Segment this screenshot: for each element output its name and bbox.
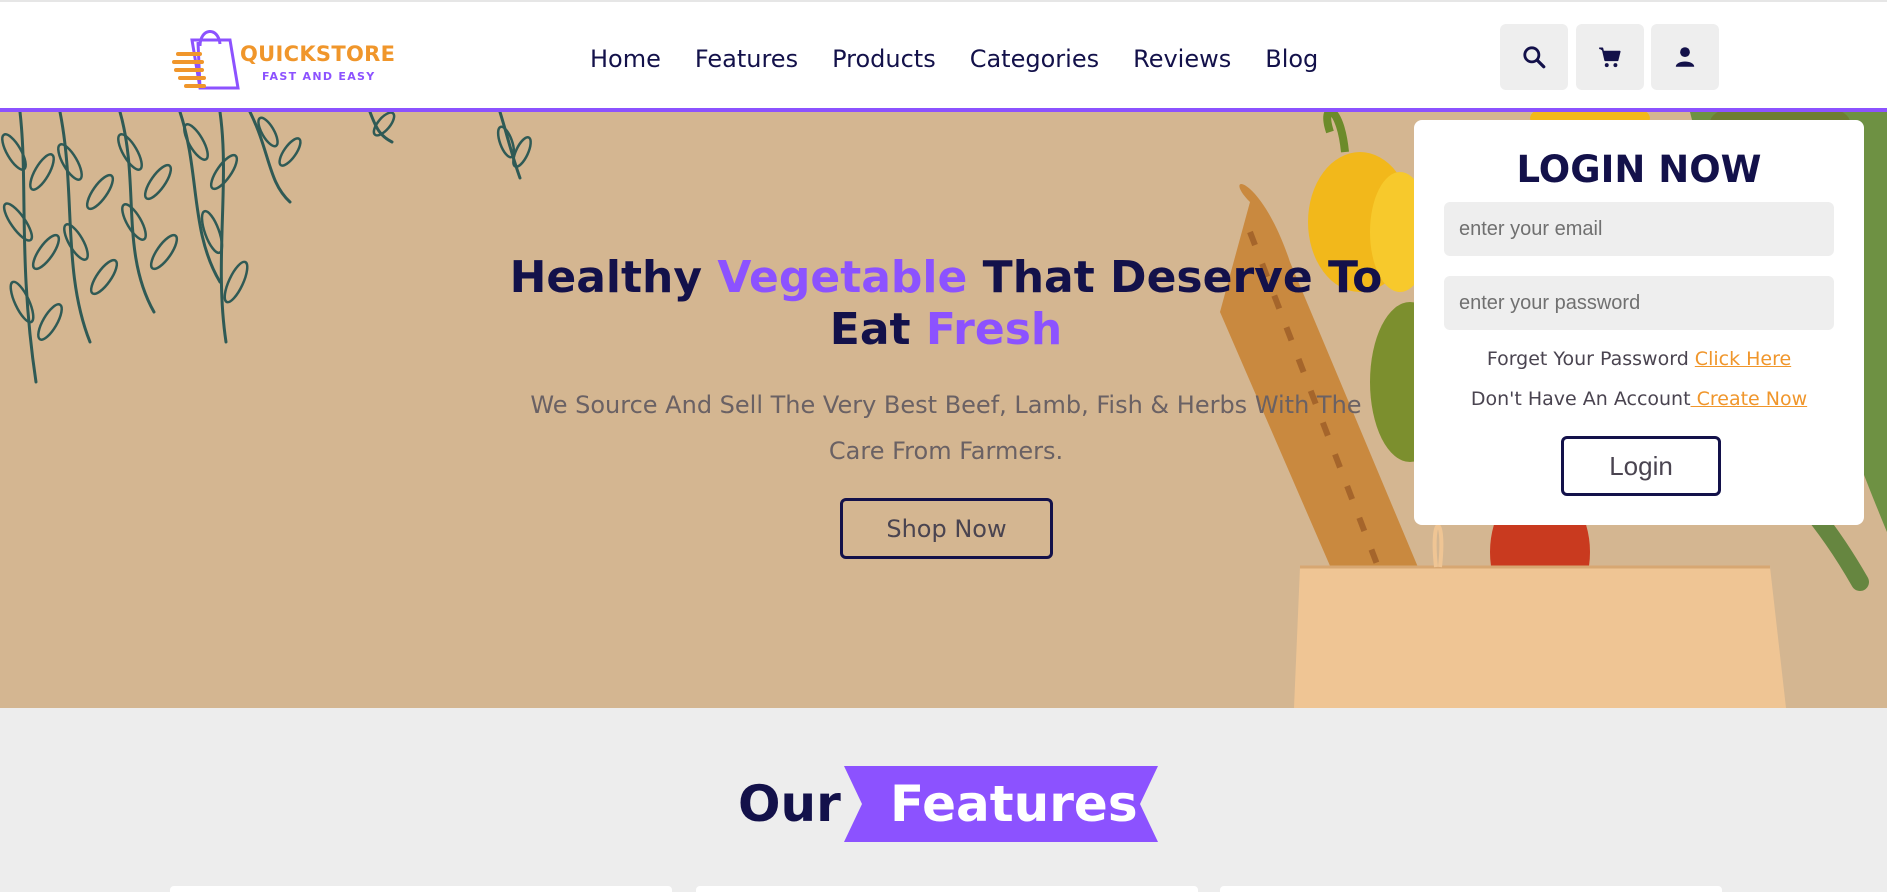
password-field[interactable] bbox=[1444, 276, 1834, 330]
main-nav: Home Features Products Categories Review… bbox=[590, 42, 1352, 76]
login-button[interactable]: Login bbox=[1561, 436, 1721, 496]
hero-heading-part1: Healthy bbox=[509, 252, 718, 303]
email-field[interactable] bbox=[1444, 202, 1834, 256]
nav-item-categories[interactable]: Categories bbox=[970, 42, 1099, 76]
forgot-password-row: Forget Your Password Click Here bbox=[1414, 348, 1864, 370]
nav-item-features[interactable]: Features bbox=[695, 42, 798, 76]
search-icon bbox=[1523, 46, 1546, 69]
cart-button[interactable] bbox=[1576, 24, 1644, 90]
features-title-plain: Our bbox=[738, 775, 841, 833]
create-account-link[interactable]: Create Now bbox=[1691, 388, 1808, 410]
brand-tagline: FAST AND EASY bbox=[262, 70, 376, 83]
feature-card bbox=[170, 886, 672, 892]
forgot-password-link[interactable]: Click Here bbox=[1695, 348, 1791, 370]
shop-now-button[interactable]: Shop Now bbox=[840, 498, 1053, 559]
login-title: LOGIN NOW bbox=[1516, 148, 1762, 191]
no-account-text: Don't Have An Account bbox=[1470, 388, 1691, 410]
nav-item-products[interactable]: Products bbox=[832, 42, 936, 76]
forgot-password-text: Forget Your Password bbox=[1486, 348, 1695, 370]
hero-heading: Healthy Vegetable That Deserve To Eat Fr… bbox=[500, 252, 1392, 356]
hero-heading-accent-fresh: Fresh bbox=[925, 304, 1063, 355]
shopping-bag-icon bbox=[172, 30, 240, 90]
user-button[interactable] bbox=[1651, 24, 1719, 90]
create-account-row: Don't Have An Account Create Now bbox=[1414, 388, 1864, 410]
site-header: QUICKSTORE FAST AND EASY Home Features P… bbox=[0, 0, 1887, 112]
brand-name: QUICKSTORE bbox=[240, 42, 396, 66]
nav-item-reviews[interactable]: Reviews bbox=[1133, 42, 1231, 76]
feature-card bbox=[696, 886, 1198, 892]
cart-icon bbox=[1599, 47, 1621, 68]
login-form: LOGIN NOW Forget Your Password Click Her… bbox=[1414, 120, 1864, 525]
nav-item-home[interactable]: Home bbox=[590, 42, 661, 76]
nav-item-blog[interactable]: Blog bbox=[1265, 42, 1318, 76]
features-title-highlight: Features bbox=[890, 775, 1138, 833]
search-button[interactable] bbox=[1500, 24, 1568, 90]
brand-logo[interactable]: QUICKSTORE FAST AND EASY bbox=[170, 22, 400, 92]
user-icon bbox=[1675, 47, 1695, 67]
feature-card bbox=[1220, 886, 1722, 892]
hero-description: We Source And Sell The Very Best Beef, L… bbox=[530, 391, 1362, 465]
hero-heading-accent-vegetable: Vegetable bbox=[717, 252, 968, 303]
